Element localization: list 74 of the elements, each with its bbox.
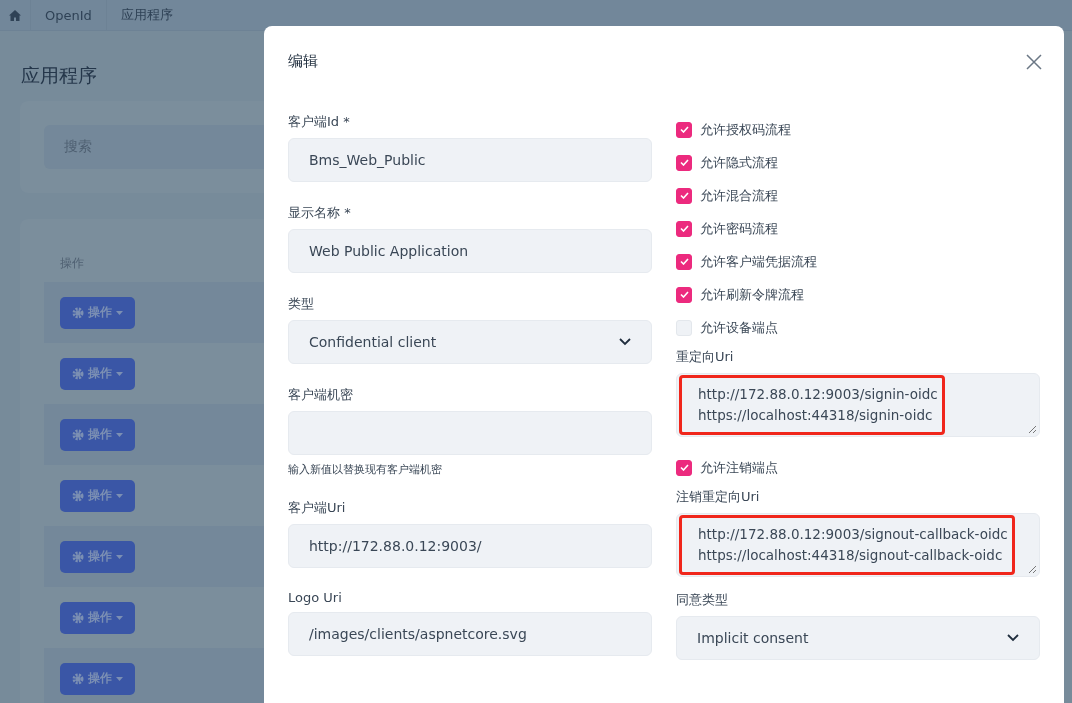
input-field[interactable]: Bms_Web_Public bbox=[288, 138, 652, 182]
check-icon bbox=[679, 126, 689, 133]
breadcrumb-item[interactable]: 应用程序 bbox=[105, 0, 187, 30]
field-label: 显示名称 * bbox=[288, 204, 352, 222]
gear-icon bbox=[72, 489, 84, 502]
checkbox[interactable] bbox=[676, 187, 692, 204]
caret-icon bbox=[116, 310, 123, 315]
resize-grip-icon[interactable] bbox=[1028, 425, 1037, 434]
action-button[interactable]: 操作 bbox=[60, 357, 135, 390]
page-title: 应用程序 bbox=[21, 63, 98, 88]
action-button[interactable]: 操作 bbox=[60, 479, 135, 512]
checkbox[interactable] bbox=[676, 220, 692, 237]
textarea-field[interactable]: http://172.88.0.12:9003/signout-callback-oidc https://localhost:44318/signout-callback-oidc bbox=[676, 513, 1040, 577]
checkbox-label: 允许刷新令牌流程 bbox=[700, 285, 804, 304]
gear-icon bbox=[72, 367, 84, 380]
action-button[interactable]: 操作 bbox=[60, 601, 135, 634]
select-field[interactable]: Implicit consent bbox=[676, 616, 1040, 660]
field-label: 重定向Uri bbox=[676, 348, 735, 366]
checkbox[interactable] bbox=[676, 286, 692, 303]
field-label: 同意类型 bbox=[676, 591, 729, 609]
uri-text: http://172.88.0.12:9003/signout-callback-oidc https://localhost:44318/signout-callback-oidc bbox=[698, 525, 1008, 565]
uri-text: http://172.88.0.12:9003/signin-oidc https://localhost:44318/signin-oidc bbox=[698, 385, 938, 425]
input-field[interactable] bbox=[288, 411, 652, 455]
checkbox-label: 允许注销端点 bbox=[700, 458, 778, 477]
gear-icon bbox=[72, 428, 84, 441]
caret-icon bbox=[116, 554, 123, 559]
field-label: Logo Uri bbox=[288, 590, 343, 605]
field-label: 客户端机密 bbox=[288, 386, 354, 404]
close-button[interactable] bbox=[1026, 53, 1042, 70]
field-label: 注销重定向Uri bbox=[676, 488, 761, 506]
breadcrumb-item[interactable]: OpenId bbox=[30, 0, 106, 30]
checkbox[interactable] bbox=[676, 154, 692, 171]
dialog-title: 编辑 bbox=[288, 52, 318, 71]
caret-icon bbox=[116, 432, 123, 437]
gear-icon bbox=[72, 611, 84, 624]
input-field[interactable]: /images/clients/aspnetcore.svg bbox=[288, 612, 652, 656]
checkbox-label: 允许设备端点 bbox=[700, 318, 778, 337]
caret-icon bbox=[116, 615, 123, 620]
action-button[interactable]: 操作 bbox=[60, 662, 135, 695]
field-label: 客户端Uri bbox=[288, 499, 347, 517]
caret-icon bbox=[116, 676, 123, 681]
check-icon bbox=[679, 159, 689, 166]
checkbox[interactable] bbox=[676, 121, 692, 138]
action-button[interactable]: 操作 bbox=[60, 296, 135, 329]
resize-grip-icon[interactable] bbox=[1028, 565, 1037, 574]
checkbox-label: 允许客户端凭据流程 bbox=[700, 252, 817, 271]
check-icon bbox=[679, 192, 689, 199]
checkbox[interactable] bbox=[676, 253, 692, 270]
chevron-down-icon bbox=[619, 338, 631, 346]
caret-icon bbox=[116, 371, 123, 376]
action-button[interactable]: 操作 bbox=[60, 418, 135, 451]
close-icon bbox=[1026, 53, 1042, 70]
input-field[interactable]: Web Public Application bbox=[288, 229, 652, 273]
checkbox-label: 允许密码流程 bbox=[700, 219, 778, 238]
checkbox-label: 允许混合流程 bbox=[700, 186, 778, 205]
check-icon bbox=[679, 225, 689, 232]
input-field[interactable]: http://172.88.0.12:9003/ bbox=[288, 524, 652, 568]
home-icon[interactable] bbox=[9, 9, 21, 21]
gear-icon bbox=[72, 306, 84, 319]
help-text: 输入新值以替换现有客户端机密 bbox=[288, 462, 443, 477]
field-label: 类型 bbox=[288, 295, 315, 313]
textarea-field[interactable]: http://172.88.0.12:9003/signin-oidc https://localhost:44318/signin-oidc bbox=[676, 373, 1040, 437]
checkbox-label: 允许隐式流程 bbox=[700, 153, 778, 172]
check-icon bbox=[679, 291, 689, 298]
gear-icon bbox=[72, 550, 84, 563]
caret-icon bbox=[116, 493, 123, 498]
checkbox[interactable] bbox=[676, 459, 692, 476]
checkbox-label: 允许授权码流程 bbox=[700, 120, 791, 139]
check-icon bbox=[679, 258, 689, 265]
action-button[interactable]: 操作 bbox=[60, 540, 135, 573]
chevron-down-icon bbox=[1007, 634, 1019, 642]
gear-icon bbox=[72, 672, 84, 685]
select-field[interactable]: Confidential client bbox=[288, 320, 652, 364]
check-icon bbox=[679, 464, 689, 471]
